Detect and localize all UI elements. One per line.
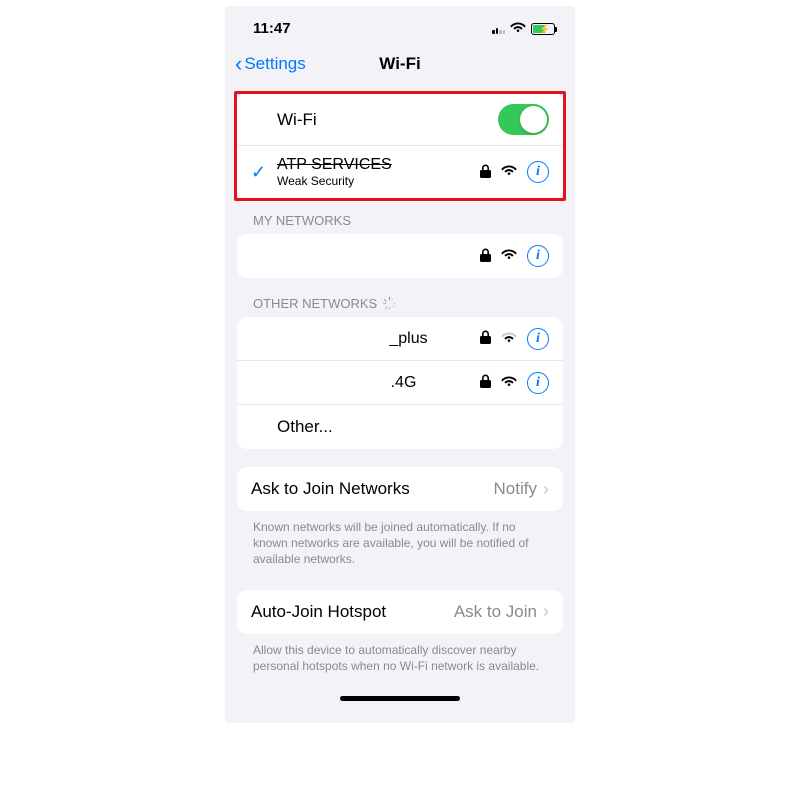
auto-join-row[interactable]: Auto-Join Hotspot Ask to Join › <box>237 590 563 634</box>
network-ssid: _plus <box>389 330 427 348</box>
battery-icon: ⚡ <box>531 23 555 35</box>
connected-ssid: ATP SERVICES <box>277 156 480 174</box>
my-networks-group: i <box>237 234 563 278</box>
my-networks-header: MY NETWORKS <box>253 213 547 228</box>
auto-join-group: Auto-Join Hotspot Ask to Join › <box>237 590 563 634</box>
ask-to-join-label: Ask to Join Networks <box>251 479 494 499</box>
network-ssid: .4G <box>391 374 417 392</box>
ask-to-join-group: Ask to Join Networks Notify › <box>237 467 563 511</box>
back-button[interactable]: ‹ Settings <box>235 51 306 77</box>
wifi-signal-icon <box>501 374 517 392</box>
info-icon[interactable]: i <box>527 328 549 350</box>
other-networks-label: OTHER NETWORKS <box>253 296 377 311</box>
page-title: Wi-Fi <box>379 54 420 74</box>
lock-icon <box>480 164 491 181</box>
ask-to-join-row[interactable]: Ask to Join Networks Notify › <box>237 467 563 511</box>
auto-join-value: Ask to Join <box>454 602 537 622</box>
back-label: Settings <box>244 54 305 74</box>
checkmark-icon: ✓ <box>251 162 265 183</box>
connected-network-row[interactable]: ✓ ATP SERVICES Weak Security i <box>237 146 563 198</box>
nav-bar: ‹ Settings Wi-Fi <box>225 43 575 89</box>
wifi-toggle-row[interactable]: Wi-Fi <box>237 94 563 146</box>
ask-to-join-value: Notify <box>494 479 537 499</box>
lock-icon <box>480 374 491 391</box>
other-networks-header: OTHER NETWORKS <box>253 296 547 311</box>
auto-join-footer: Allow this device to automatically disco… <box>253 642 547 674</box>
cellular-signal-icon <box>492 24 505 34</box>
spinner-icon <box>383 297 396 310</box>
other-network-manual-row[interactable]: Other... <box>237 405 563 449</box>
wifi-toggle[interactable] <box>498 104 549 135</box>
other-label: Other... <box>277 417 549 437</box>
other-networks-group: _plus i .4G <box>237 317 563 449</box>
connected-subtitle: Weak Security <box>277 174 480 188</box>
status-time: 11:47 <box>253 20 291 37</box>
lock-icon <box>480 248 491 265</box>
info-icon[interactable]: i <box>527 161 549 183</box>
home-indicator[interactable] <box>340 696 460 701</box>
wifi-signal-weak-icon <box>501 330 517 348</box>
other-network-row[interactable]: _plus i <box>237 317 563 361</box>
wifi-signal-icon <box>501 247 517 265</box>
wifi-toggle-label: Wi-Fi <box>277 110 498 130</box>
phone-screen: 11:47 ⚡ ‹ Settings Wi-Fi Wi-Fi <box>225 6 575 723</box>
other-network-row[interactable]: .4G i <box>237 361 563 405</box>
highlight-annotation: Wi-Fi ✓ ATP SERVICES Weak Security <box>234 91 566 201</box>
auto-join-label: Auto-Join Hotspot <box>251 602 454 622</box>
info-icon[interactable]: i <box>527 372 549 394</box>
wifi-main-group: Wi-Fi ✓ ATP SERVICES Weak Security <box>237 94 563 198</box>
status-bar: 11:47 ⚡ <box>225 6 575 43</box>
status-indicators: ⚡ <box>492 20 555 37</box>
chevron-right-icon: › <box>543 601 549 622</box>
chevron-right-icon: › <box>543 479 549 500</box>
info-icon[interactable]: i <box>527 245 549 267</box>
lock-icon <box>480 330 491 347</box>
ask-to-join-footer: Known networks will be joined automatica… <box>253 519 547 568</box>
my-network-row[interactable]: i <box>237 234 563 278</box>
wifi-status-icon <box>510 20 526 37</box>
wifi-signal-icon <box>501 163 517 181</box>
chevron-left-icon: ‹ <box>235 51 242 77</box>
